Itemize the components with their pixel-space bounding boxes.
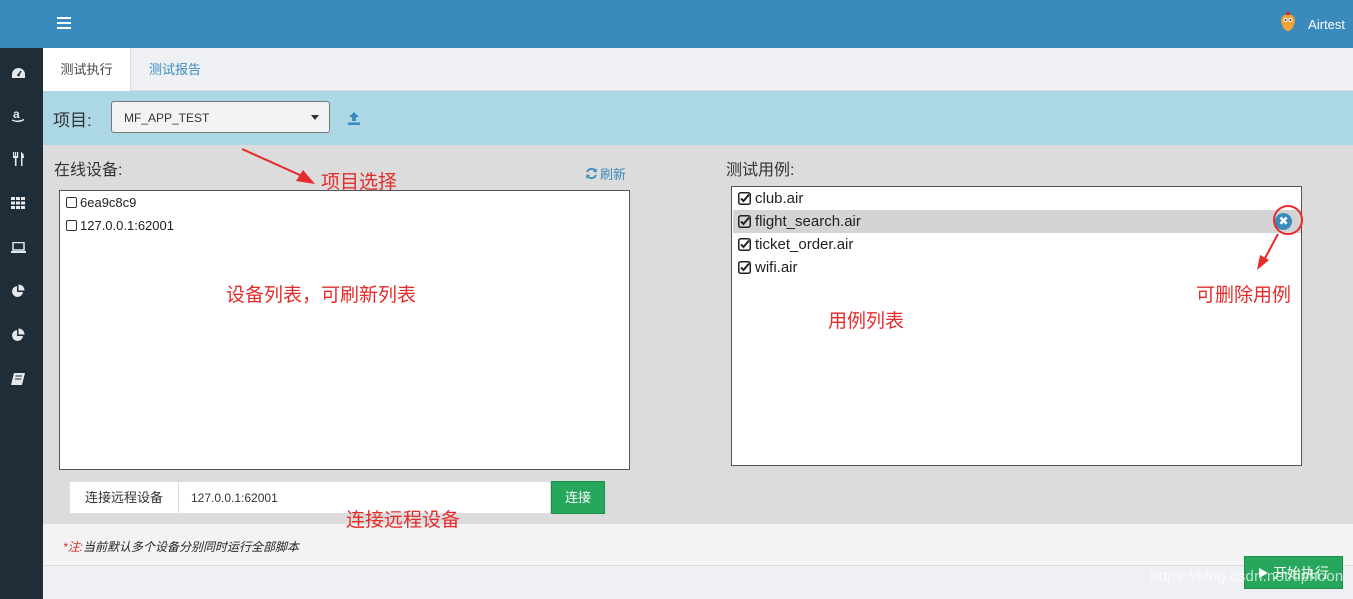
case-item[interactable]: club.air — [733, 187, 1301, 210]
project-select-value: MF_APP_TEST — [124, 111, 210, 125]
brand[interactable]: Airtest — [1278, 12, 1345, 36]
devices-title: 在线设备: — [54, 162, 123, 179]
annotation-circle — [1273, 205, 1303, 235]
svg-text:a: a — [13, 108, 20, 121]
top-navbar: Airtest — [43, 0, 1353, 48]
menu-toggle-icon[interactable] — [57, 17, 71, 29]
annotation-device-list: 设备列表，可刷新列表 — [226, 285, 417, 306]
case-item[interactable]: flight_search.air ✖ — [733, 205, 1303, 235]
amazon-icon[interactable]: a — [10, 108, 26, 122]
annotation-arrow-icon — [1257, 233, 1279, 270]
remote-connect-group: 连接远程设备 连接 — [69, 481, 605, 514]
tab-bar: 测试执行 测试报告 — [43, 48, 1353, 91]
checkbox-checked-icon[interactable] — [738, 261, 751, 274]
brand-name: Airtest — [1308, 16, 1345, 32]
refresh-label: 刷新 — [600, 167, 627, 182]
upload-icon[interactable] — [346, 110, 362, 126]
device-checkbox[interactable] — [66, 197, 77, 208]
case-name: ticket_order.air — [755, 236, 854, 253]
device-item[interactable]: 6ea9c8c9 — [66, 195, 136, 210]
tab-test-execution[interactable]: 测试执行 — [43, 48, 131, 91]
refresh-button[interactable]: 刷新 — [585, 164, 626, 183]
laptop-icon[interactable] — [10, 240, 26, 254]
device-checkbox[interactable] — [66, 220, 77, 231]
cutlery-icon[interactable] — [10, 152, 26, 166]
airtest-logo-icon — [1281, 12, 1296, 31]
device-item[interactable]: 127.0.0.1:62001 — [66, 218, 174, 233]
annotation-remote-device: 连接远程设备 — [346, 510, 461, 531]
note-star: *注: — [63, 540, 84, 554]
sidebar: a — [0, 0, 43, 599]
cases-title: 测试用例: — [726, 162, 795, 179]
tab-test-report[interactable]: 测试报告 — [133, 48, 217, 91]
case-list: club.air flight_search.air ✖ ticket_orde… — [731, 186, 1303, 466]
book-icon[interactable] — [10, 372, 26, 386]
pie-chart-icon[interactable] — [10, 284, 26, 298]
caret-down-icon — [311, 115, 319, 120]
checkbox-checked-icon[interactable] — [738, 215, 751, 228]
checkbox-checked-icon[interactable] — [738, 192, 751, 205]
annotation-project-select: 项目选择 — [321, 172, 398, 193]
case-item[interactable]: wifi.air — [733, 256, 1301, 279]
footer-note: *注:当前默认多个设备分别同时运行全部脚本 — [63, 538, 299, 555]
dashboard-icon[interactable] — [10, 66, 26, 80]
device-name: 127.0.0.1:62001 — [80, 218, 174, 233]
sidebar-header — [0, 0, 43, 48]
connect-button[interactable]: 连接 — [551, 481, 605, 514]
grid-icon[interactable] — [10, 196, 26, 210]
case-item[interactable]: ticket_order.air — [733, 233, 1301, 256]
case-name: flight_search.air — [755, 213, 861, 230]
annotation-delete-case: 可删除用例 — [1196, 285, 1292, 306]
watermark: https://blog.csdn.net/tiphoon — [1150, 568, 1344, 585]
case-name: wifi.air — [755, 259, 798, 276]
project-bar: 项目: MF_APP_TEST — [43, 91, 1353, 145]
case-name: club.air — [755, 190, 804, 207]
device-name: 6ea9c8c9 — [80, 195, 137, 210]
device-list: 6ea9c8c9 127.0.0.1:62001 — [59, 190, 630, 470]
checkbox-checked-icon[interactable] — [738, 238, 751, 251]
note-text: 当前默认多个设备分别同时运行全部脚本 — [83, 540, 300, 554]
annotation-case-list: 用例列表 — [828, 311, 905, 332]
project-label: 项目: — [53, 111, 92, 130]
footer-bar: *注:当前默认多个设备分别同时运行全部脚本 — [43, 524, 1353, 566]
project-select[interactable]: MF_APP_TEST — [111, 101, 330, 133]
refresh-icon — [586, 168, 597, 179]
annotation-arrow-icon — [241, 148, 315, 184]
remote-addon-label: 连接远程设备 — [69, 481, 179, 514]
pie-chart-icon[interactable] — [10, 328, 26, 342]
